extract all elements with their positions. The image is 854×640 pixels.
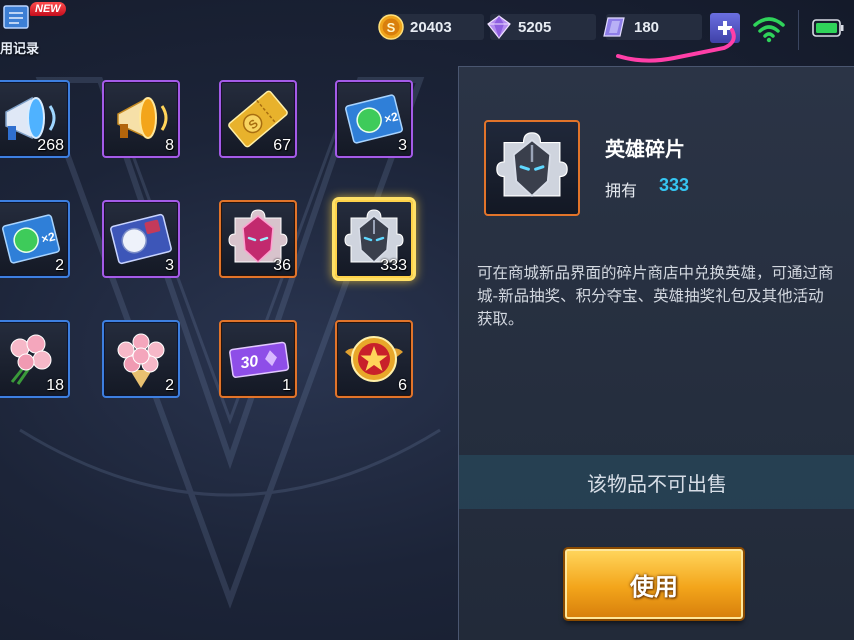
item-rose-small[interactable]: 18 [0, 320, 70, 398]
item-count: 1 [282, 377, 291, 394]
item-purple-ticket[interactable]: 30 1 [219, 320, 297, 398]
wifi-icon [753, 17, 785, 43]
item-exp-card-x2[interactable]: ×2 2 [0, 200, 70, 278]
item-count: 3 [398, 137, 407, 154]
ticket-number: 30 [239, 353, 259, 372]
item-count: 18 [46, 377, 64, 394]
own-label: 拥有 [605, 181, 638, 200]
gold-amount: 20403 [410, 18, 452, 36]
detail-item-icon [484, 120, 580, 216]
own-count: 333 [659, 175, 690, 195]
item-count: 268 [37, 137, 64, 154]
item-skin-shard[interactable]: 36 [219, 200, 297, 278]
diamond-amount: 5205 [518, 18, 552, 36]
item-gold-ticket[interactable]: S 67 [219, 80, 297, 158]
item-hero-shard[interactable]: 333 [335, 200, 413, 278]
item-count: 67 [273, 137, 291, 154]
usage-record-label: 用记录 [0, 42, 40, 57]
item-count: 333 [380, 257, 407, 274]
item-detail-panel: 英雄碎片 拥有 333 可在商城新品界面的碎片商店中兑换英雄，可通过商城-新品抽… [458, 66, 854, 640]
item-exp-card-x2[interactable]: ×2 3 [335, 80, 413, 158]
item-count: 2 [55, 257, 64, 274]
gold-currency: S 20403 [378, 14, 484, 40]
item-rename-card[interactable]: 3 [102, 200, 180, 278]
item-count: 2 [165, 377, 174, 394]
not-sellable-label: 该物品不可出售 [587, 471, 727, 496]
pink-highlight-scribble [616, 28, 736, 63]
usage-record-button[interactable]: NEW 用记录 [0, 0, 66, 60]
item-star-medal[interactable]: 6 [335, 320, 413, 398]
use-button-label: 使用 [630, 572, 678, 601]
item-count: 3 [165, 257, 174, 274]
diamond-icon [487, 15, 511, 39]
notebook-icon [3, 5, 29, 29]
battery-icon [812, 19, 844, 37]
use-button[interactable]: 使用 [565, 549, 743, 619]
item-count: 8 [165, 137, 174, 154]
item-count: 36 [273, 257, 291, 274]
item-description: 可在商城新品界面的碎片商店中兑换英雄，可通过商城-新品抽奖、积分夺宝、英雄抽奖礼… [477, 264, 834, 328]
item-count: 6 [398, 377, 407, 394]
new-badge: NEW [30, 2, 66, 16]
item-name: 英雄碎片 [605, 137, 685, 161]
item-megaphone-gold[interactable]: 8 [102, 80, 180, 158]
item-rose-bouquet[interactable]: 2 [102, 320, 180, 398]
item-megaphone-blue[interactable]: 268 [0, 80, 70, 158]
hero-shard-icon [496, 132, 568, 198]
not-sellable-notice: 该物品不可出售 [459, 455, 854, 509]
svg-text:S: S [387, 20, 396, 35]
gold-coin-icon: S [378, 14, 404, 40]
diamond-currency: 5205 [487, 14, 596, 40]
status-divider [798, 10, 799, 50]
